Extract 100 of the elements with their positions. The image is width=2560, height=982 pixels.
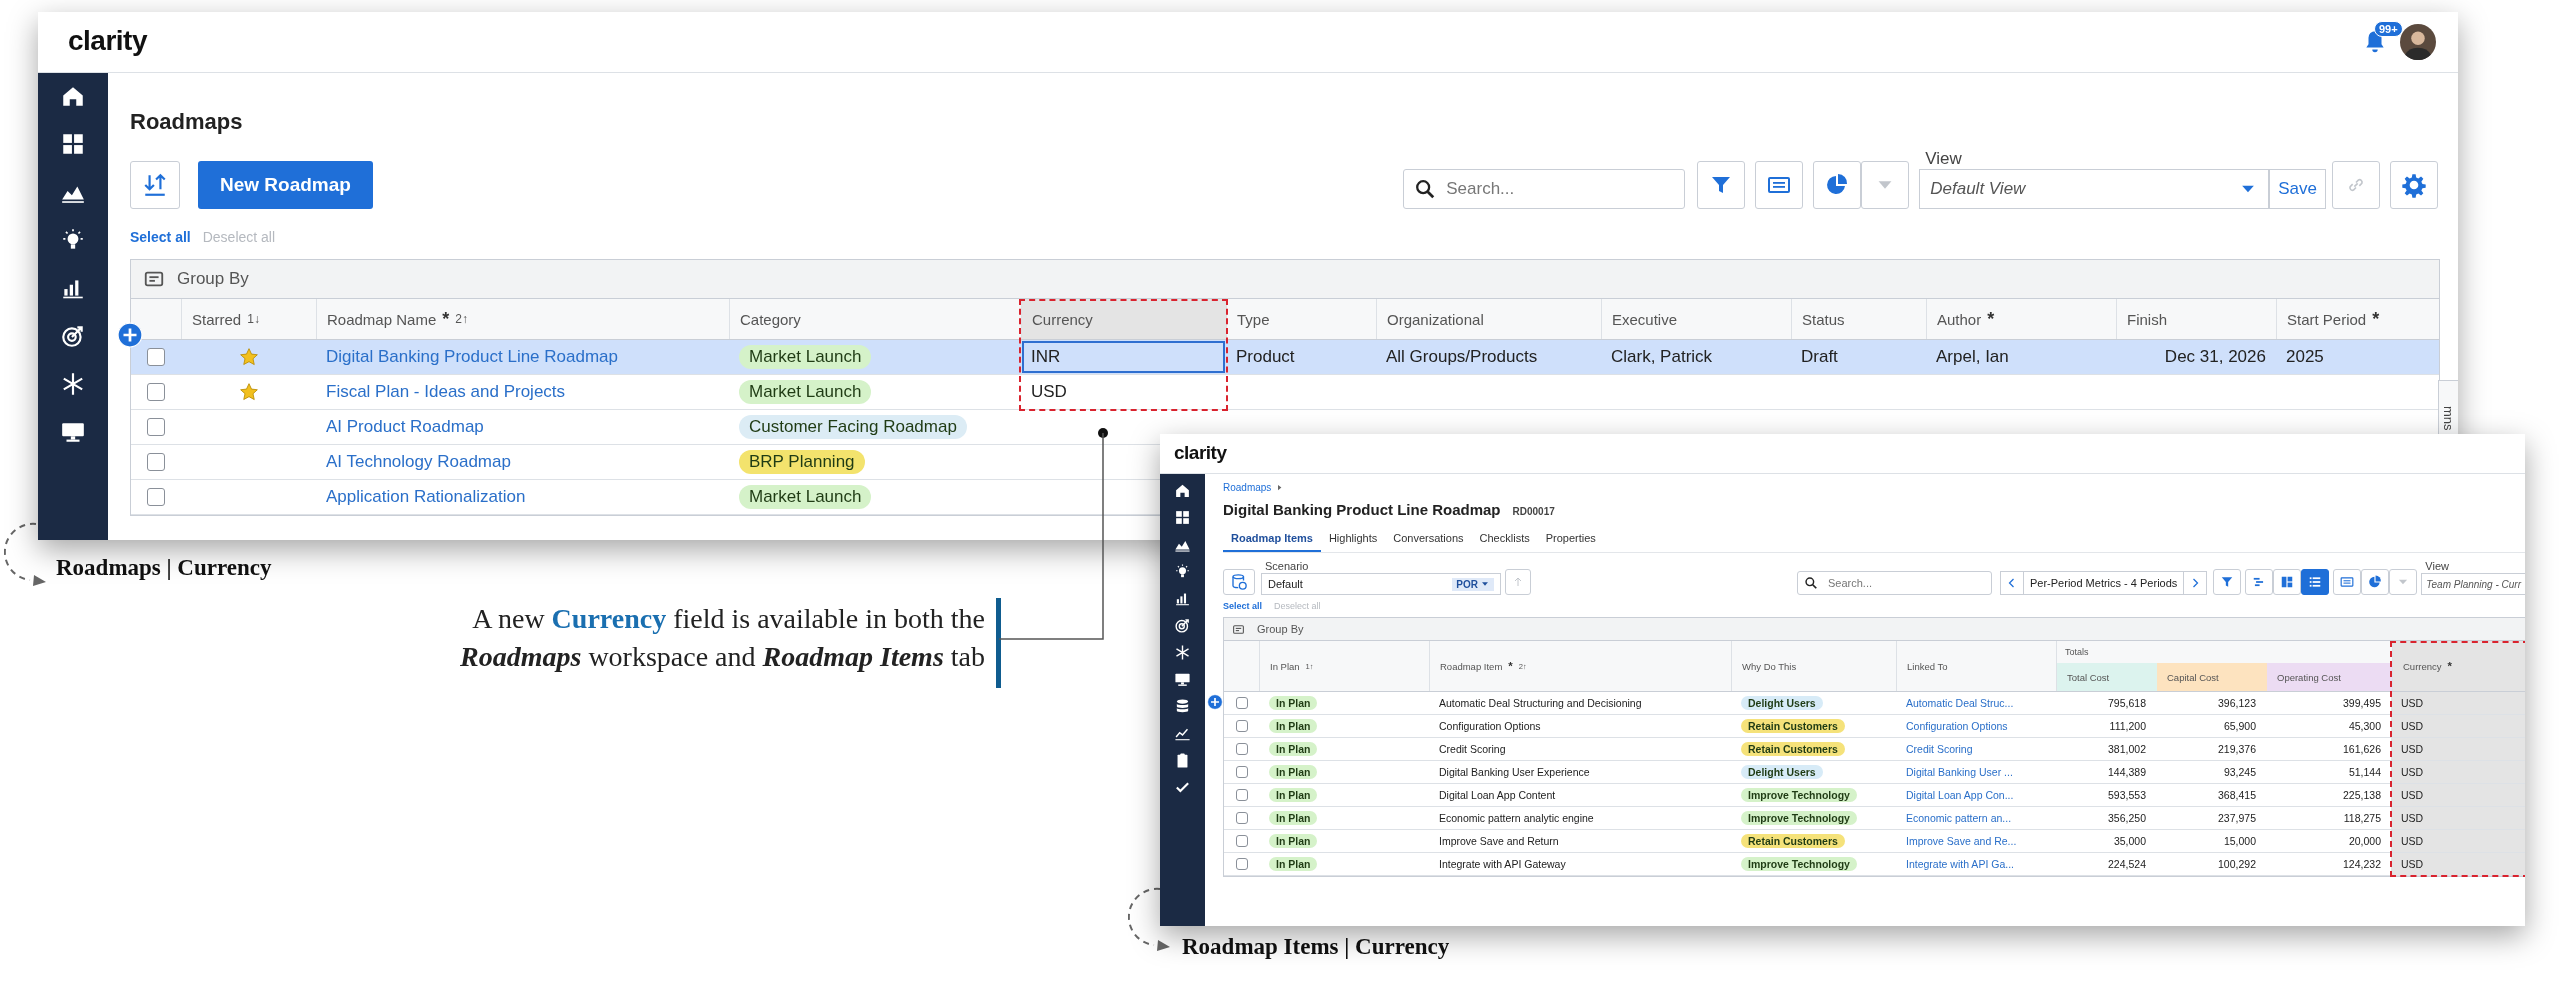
- group-by-bar[interactable]: Group By: [131, 260, 2439, 299]
- star-icon[interactable]: [238, 382, 259, 402]
- column-header[interactable]: Total Cost: [2057, 663, 2157, 691]
- column-header[interactable]: Roadmap Item: [1440, 660, 1503, 672]
- checkbox[interactable]: [1235, 743, 1248, 755]
- breadcrumb-link[interactable]: Roadmaps: [1223, 482, 1272, 493]
- column-header[interactable]: Executive: [1612, 310, 1678, 328]
- link[interactable]: Integrate with API Ga...: [1906, 858, 2014, 870]
- sort-indicator[interactable]: 2↑: [455, 312, 468, 326]
- star-icon[interactable]: [238, 347, 259, 367]
- column-header[interactable]: Author: [1937, 310, 1982, 328]
- card-view-button[interactable]: [2333, 569, 2362, 595]
- column-header[interactable]: Currency: [2403, 660, 2442, 672]
- link[interactable]: Fiscal Plan - Ideas and Projects: [326, 382, 566, 402]
- link[interactable]: AI Technology Roadmap: [326, 452, 511, 472]
- column-header[interactable]: Operating Cost: [2267, 663, 2392, 691]
- column-header[interactable]: Capital Cost: [2157, 663, 2267, 691]
- column-group-label: Totals: [2064, 646, 2090, 659]
- column-header[interactable]: Why Do This: [1742, 660, 1797, 672]
- link[interactable]: Digital Loan App Con...: [1906, 789, 2014, 801]
- tab[interactable]: Highlights: [1320, 528, 1386, 552]
- checkbox[interactable]: [1235, 697, 1248, 709]
- search-field[interactable]: Search...: [1403, 169, 1686, 209]
- link[interactable]: Credit Scoring: [1906, 743, 1973, 755]
- filter-button[interactable]: [2213, 569, 2242, 595]
- view-dropdown[interactable]: Default View: [1919, 169, 2270, 209]
- column-header[interactable]: Category: [740, 310, 801, 328]
- tab[interactable]: Properties: [1537, 528, 1604, 552]
- columns-tab[interactable]: mns: [2438, 380, 2458, 436]
- home-icon[interactable]: [1174, 482, 1191, 499]
- table-cell: INR: [1031, 347, 1061, 367]
- new-roadmap-button[interactable]: New Roadmap: [198, 161, 373, 209]
- checkbox[interactable]: [147, 418, 165, 436]
- search-field[interactable]: Search...: [1797, 571, 1992, 595]
- link[interactable]: Application Rationalization: [326, 487, 526, 507]
- checkbox[interactable]: [1235, 789, 1248, 801]
- sort-indicator[interactable]: 1↓: [247, 312, 260, 326]
- dashboard-icon[interactable]: [1174, 509, 1191, 526]
- database-icon[interactable]: [1174, 698, 1191, 715]
- target-icon[interactable]: [1174, 617, 1191, 634]
- table-cell: 118,275: [2343, 812, 2381, 824]
- column-header[interactable]: Starred: [192, 310, 242, 328]
- tab[interactable]: Roadmap Items: [1223, 528, 1321, 552]
- scenario-dropdown[interactable]: Default POR: [1261, 573, 1501, 595]
- list-view-button[interactable]: [2301, 569, 2330, 595]
- link[interactable]: Economic pattern an...: [1906, 812, 2012, 824]
- card-view-button[interactable]: [1755, 161, 1804, 209]
- snowflake-icon[interactable]: [60, 371, 86, 397]
- filter-button[interactable]: [1697, 161, 1746, 209]
- add-icon[interactable]: [117, 322, 143, 348]
- table-row[interactable]: Digital Banking Product Line Roadmap Market Launch INR Product All Groups/Products Clark, Patrick Draft Arpel, Ian Dec 31, 2026 2025: [131, 340, 2439, 374]
- sort-button[interactable]: [130, 161, 180, 209]
- link[interactable]: AI Product Roadmap: [326, 417, 484, 437]
- add-icon[interactable]: [1207, 694, 1223, 710]
- settings-button[interactable]: [2390, 161, 2438, 209]
- tab[interactable]: Conversations: [1385, 528, 1472, 552]
- link[interactable]: Digital Banking User ...: [1906, 766, 2013, 778]
- checkbox[interactable]: [147, 348, 165, 366]
- checkbox[interactable]: [1235, 766, 1248, 778]
- checkbox[interactable]: [1235, 812, 1248, 824]
- board-button[interactable]: [2273, 569, 2302, 595]
- column-header[interactable]: In Plan: [1270, 660, 1300, 672]
- monitor-icon[interactable]: [1174, 671, 1191, 688]
- required-mark: *: [1508, 660, 1513, 672]
- link[interactable]: Configuration Options: [1906, 720, 2008, 732]
- column-header[interactable]: Start Period: [2287, 310, 2367, 328]
- checkbox[interactable]: [147, 488, 165, 506]
- snowflake-icon[interactable]: [1174, 644, 1191, 661]
- scenario-button[interactable]: [1223, 569, 1255, 595]
- checkbox[interactable]: [147, 383, 165, 401]
- group-by-bar[interactable]: Group By: [1224, 618, 2525, 641]
- target-icon[interactable]: [60, 323, 86, 349]
- chart-button[interactable]: [1813, 161, 1862, 209]
- tab[interactable]: Checklists: [1471, 528, 1538, 552]
- save-button[interactable]: Save: [2269, 169, 2326, 209]
- view-dropdown[interactable]: Team Planning - Curr: [2421, 573, 2525, 595]
- column-header[interactable]: Status: [1802, 310, 1845, 328]
- column-header[interactable]: Organizational: [1387, 310, 1484, 328]
- scenario-badge[interactable]: POR: [1452, 577, 1494, 591]
- checkbox[interactable]: [1235, 720, 1248, 732]
- select-all-link[interactable]: Select all: [130, 229, 191, 245]
- link[interactable]: Automatic Deal Struc...: [1906, 697, 2014, 709]
- column-header[interactable]: Currency: [1032, 310, 1093, 328]
- column-header[interactable]: Finish: [2127, 310, 2167, 328]
- sort-icon: [142, 172, 168, 198]
- column-header[interactable]: Roadmap Name: [327, 310, 437, 328]
- column-header[interactable]: Type: [1237, 310, 1270, 328]
- dashboard-icon[interactable]: [60, 131, 86, 157]
- column-header[interactable]: Linked To: [1907, 660, 1948, 672]
- avatar-icon[interactable]: [2400, 24, 2436, 60]
- lightbulb-icon[interactable]: [1174, 563, 1191, 580]
- checkbox[interactable]: [1235, 835, 1248, 847]
- select-all-link[interactable]: Select all: [1223, 601, 1263, 611]
- timeline-button[interactable]: [2245, 569, 2274, 595]
- field-label: Scenario: [1265, 561, 1310, 572]
- checkbox[interactable]: [147, 453, 165, 471]
- checkbox[interactable]: [1235, 858, 1248, 870]
- link[interactable]: Digital Banking Product Line Roadmap: [326, 347, 618, 367]
- link[interactable]: Improve Save and Re...: [1906, 835, 2017, 847]
- chart-button[interactable]: [2361, 569, 2390, 595]
